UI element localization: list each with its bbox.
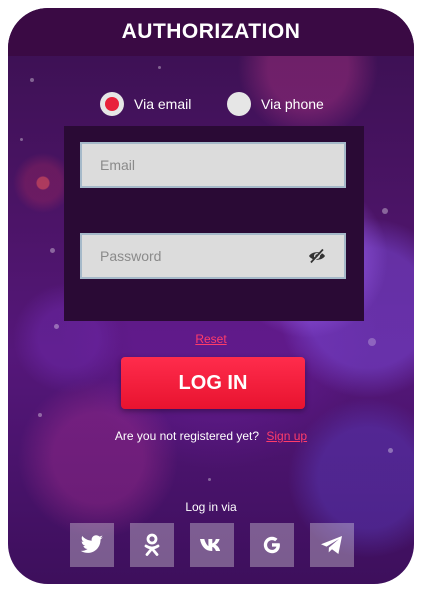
google-icon [262,535,282,555]
twitter-button[interactable] [70,523,114,567]
radio-button-unchecked[interactable] [227,92,251,116]
telegram-button[interactable] [310,523,354,567]
login-form [64,126,364,321]
header-bar: AUTHORIZATION [8,8,414,56]
eye-slash-icon[interactable] [308,248,326,264]
social-login-label: Log in via [185,500,237,514]
radio-via-phone[interactable]: Via phone [227,92,324,116]
vk-button[interactable] [190,523,234,567]
radio-label-phone: Via phone [261,96,324,112]
radio-label-email: Via email [134,96,192,112]
page-title: AUTHORIZATION [121,20,301,43]
reset-password-link[interactable]: Reset [195,332,226,346]
reset-link-row: Reset [8,330,414,348]
login-button[interactable]: LOG IN [121,357,305,409]
register-prompt: Are you not registered yet? [114,429,260,443]
odnoklassniki-icon [144,533,160,557]
odnoklassniki-button[interactable] [130,523,174,567]
bokeh-dot [388,448,393,453]
email-field-wrapper [80,142,346,188]
bokeh-dot [30,78,34,82]
google-button[interactable] [250,523,294,567]
bokeh-dot [208,478,211,481]
bokeh-dot [158,66,161,69]
login-method-selector: Via email Via phone [8,90,414,120]
password-field-wrapper [80,233,346,279]
bokeh-dot [20,138,23,141]
auth-card: AUTHORIZATION Via email Via phone Email … [8,8,414,584]
social-login-buttons [70,523,354,567]
email-field[interactable] [98,156,302,174]
register-row: Are you not registered yet? Sign up [8,429,414,443]
radio-via-email[interactable]: Via email [100,92,191,116]
bokeh-dot [50,248,55,253]
vk-icon [199,537,225,553]
bokeh-dot [54,324,59,329]
telegram-icon [320,535,344,555]
bokeh-dot [38,413,42,417]
bokeh-dot [382,208,388,214]
radio-button-checked[interactable] [100,92,124,116]
twitter-icon [80,535,104,555]
signup-link[interactable]: Sign up [266,429,307,443]
password-field[interactable] [98,247,302,265]
